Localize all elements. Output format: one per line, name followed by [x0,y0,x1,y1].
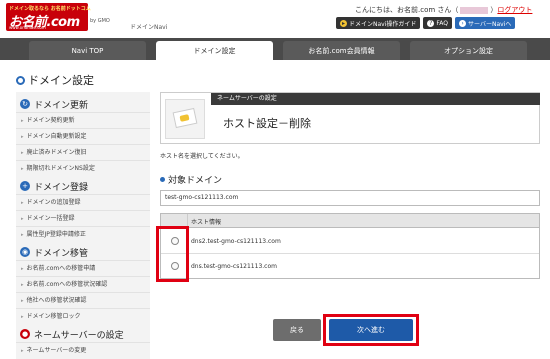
faq-button-label: FAQ [436,19,449,27]
section-title-transfer: ドメイン移管 [34,248,89,259]
target-domain-label: 対象ドメイン [168,176,223,186]
section-title-nameserver: ネームサーバーの設定 [34,330,124,341]
redacted-user-id [460,6,489,14]
circle-icon [16,75,25,85]
greeting-prefix: こんにちは、お名前.com さん（ [355,6,459,14]
sidebar-section-title: ● ネームサーバーの設定 [16,326,150,342]
globe-icon: ◉ [20,247,30,257]
faq-button[interactable]: ? FAQ [423,17,453,29]
radio-highlight-box [156,226,189,282]
host-table: ホスト情報 dns2.test-gmo-cs121113.com dns.tes… [160,213,540,279]
section-title-renewal: ドメイン更新 [34,100,89,111]
sidebar-item-transfer-status[interactable]: お名前.comへの移管状況確認 [16,276,150,292]
page-title-text: ドメイン設定 [28,74,94,87]
domain-navi-label: ドメインNavi [130,24,168,31]
tab-domain-settings[interactable]: ドメイン設定 [156,41,273,60]
server-navi-button[interactable]: › サーバーNaviへ [455,17,516,29]
onamae-logo[interactable]: ドメイン取るなら お名前ドットコム お名前.com www.onamae.com [6,3,91,31]
logout-link[interactable]: ログアウト [497,6,532,14]
server-icon: ● [20,329,30,339]
bullet-icon [160,177,165,182]
sidebar-section-renewal: ↻ ドメイン更新 ドメイン契約更新 ドメイン自動更新設定 廃止済みドメイン復旧 … [16,96,150,176]
back-button[interactable]: 戻る [273,319,321,341]
target-domain-value: test-gmo-cs121113.com [160,190,540,206]
greeting: こんにちは、お名前.com さん（ ）ログアウト [355,5,532,15]
banner-title: ホスト設定－削除 [223,117,311,130]
sidebar-item-add-domain[interactable]: ドメインの追加登録 [16,194,150,210]
target-domain-heading: 対象ドメイン [160,173,222,186]
sidebar-section-transfer: ◉ ドメイン移管 お名前.comへの移管申請 お名前.comへの移管状況確認 他… [16,244,150,324]
instruction-text: ホスト名を選択してください。 [160,153,244,160]
tab-member-info[interactable]: お名前.com会員情報 [283,41,400,60]
sidebar-item-bulk-register[interactable]: ドメイン一括登録 [16,210,150,226]
sidebar-section-title: + ドメイン登録 [16,178,150,194]
server-navi-label: サーバーNaviへ [468,20,512,28]
tab-option-settings[interactable]: オプション設定 [410,41,527,60]
sidebar-section-title: ◉ ドメイン移管 [16,244,150,260]
logo-url: www.onamae.com [9,25,46,30]
banner-label: ネームサーバーの設定 [211,93,540,105]
next-button[interactable]: 次へ進む [329,319,413,341]
sidebar-item-transfer-request[interactable]: お名前.comへの移管申請 [16,260,150,276]
sidebar-item-expired-ns[interactable]: 期限切れドメインNS設定 [16,160,150,176]
plus-icon: + [20,181,30,191]
sidebar-item-auto-renewal[interactable]: ドメイン自動更新設定 [16,128,150,144]
logo-byline: by GMO [90,18,110,24]
sidebar-item-ns-change[interactable]: ネームサーバーの変更 [16,342,150,358]
header: ドメイン取るなら お名前ドットコム お名前.com www.onamae.com… [0,0,550,34]
header-buttons: ▸ ドメインNavi操作ガイド ? FAQ › サーバーNaviへ [336,17,516,29]
sidebar-section-registration: + ドメイン登録 ドメインの追加登録 ドメイン一括登録 属性型JP登録申請修正 [16,178,150,242]
host-row: dns.test-gmo-cs121113.com [161,254,539,279]
host-name-2: dns.test-gmo-cs121113.com [191,263,277,270]
question-icon: ? [427,19,435,27]
host-table-header: ホスト情報 [161,214,539,228]
sidebar-item-contract-renewal[interactable]: ドメイン契約更新 [16,112,150,128]
tab-navi-top[interactable]: Navi TOP [29,41,146,60]
sidebar-item-restore[interactable]: 廃止済みドメイン復旧 [16,144,150,160]
host-name-1: dns2.test-gmo-cs121113.com [191,238,281,245]
sidebar: ↻ ドメイン更新 ドメイン契約更新 ドメイン自動更新設定 廃止済みドメイン復旧 … [16,92,150,359]
page-title: ドメイン設定 [16,72,94,88]
sidebar-section-title: ↻ ドメイン更新 [16,96,150,112]
host-header-label: ホスト情報 [191,219,222,226]
section-title-registration: ドメイン登録 [34,182,89,193]
sidebar-item-transfer-lock[interactable]: ドメイン移管ロック [16,308,150,324]
sidebar-section-nameserver: ● ネームサーバーの設定 ネームサーバーの変更 [16,326,150,358]
main-tabs: Navi TOP ドメイン設定 お名前.com会員情報 オプション設定 [0,38,550,60]
host-row: dns2.test-gmo-cs121113.com [161,229,539,254]
arrow-icon: › [459,19,467,27]
sidebar-item-jp-fix[interactable]: 属性型JP登録申請修正 [16,226,150,242]
section-banner: ネームサーバーの設定 ホスト設定－削除 [160,92,540,144]
guide-button[interactable]: ▸ ドメインNavi操作ガイド [336,17,421,29]
guide-button-label: ドメインNavi操作ガイド [349,20,417,28]
sidebar-item-outbound-status[interactable]: 他社への移管状況確認 [16,292,150,308]
refresh-icon: ↻ [20,99,30,109]
host-settings-icon [165,99,205,139]
guide-icon: ▸ [340,19,347,27]
